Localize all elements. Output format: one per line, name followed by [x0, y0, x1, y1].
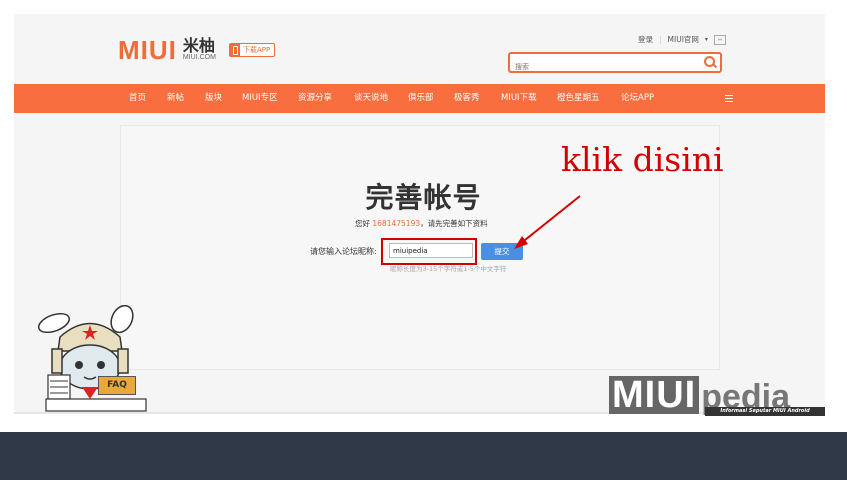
- page-title: 完善帐号: [365, 181, 482, 214]
- download-app-label: 下载APP: [243, 46, 271, 54]
- chevron-down-icon: ▾: [704, 36, 708, 43]
- welcome-text: 您好 1681475193，请先完善如下资料: [355, 218, 488, 229]
- watermark-miui: MIUI: [609, 376, 700, 414]
- main-nav: 首页 新帖 版块 MIUI专区 资源分享 谈天说地 俱乐部 极客秀 MIUI下载…: [14, 84, 825, 113]
- logo-domain-text: MIUI.COM: [182, 54, 216, 61]
- nav-item-resources[interactable]: 资源分享: [298, 84, 332, 113]
- welcome-prefix: 您好: [355, 219, 370, 228]
- nav-item-home[interactable]: 首页: [129, 84, 146, 113]
- nav-item-orange-friday[interactable]: 橙色星期五: [557, 84, 600, 113]
- mi-bunny-mascot: [37, 305, 147, 412]
- search-icon[interactable]: [704, 56, 715, 67]
- top-links: 登录 | MIUI官网 ▾ ⇔: [638, 34, 726, 45]
- link-separator: |: [659, 35, 662, 44]
- annotation-text: klik disini: [561, 140, 724, 179]
- download-app-button[interactable]: 下载APP: [229, 43, 276, 57]
- footer-bar: [0, 432, 847, 480]
- logo-cn-block: 米柚 MIUI.COM: [183, 38, 216, 62]
- faq-sign[interactable]: FAQ: [98, 376, 136, 395]
- nav-item-forum-app[interactable]: 论坛APP: [621, 84, 654, 113]
- site-logo[interactable]: MIUI 米柚 MIUI.COM: [118, 37, 216, 63]
- official-site-link[interactable]: MIUI官网: [668, 34, 699, 45]
- nav-item-chat[interactable]: 谈天说地: [354, 84, 388, 113]
- login-link[interactable]: 登录: [638, 34, 653, 45]
- search-box: [508, 52, 722, 75]
- user-id: 1681475193: [372, 219, 421, 228]
- watermark-tagline: Informasi Seputar MIUI Android: [705, 407, 825, 416]
- nav-item-miui-download[interactable]: MIUI下载: [501, 84, 537, 113]
- nickname-hint: 昵称长度为3-15个字符或1-5个中文字符: [390, 265, 507, 273]
- phone-icon: [230, 44, 240, 56]
- nav-item-miui-zone[interactable]: MIUI专区: [242, 84, 278, 113]
- nav-item-club[interactable]: 俱乐部: [408, 84, 434, 113]
- logo-miui-text: MIUI: [118, 35, 177, 65]
- submit-button[interactable]: 提交: [481, 243, 523, 260]
- expand-icon[interactable]: ⇔: [713, 34, 726, 45]
- menu-icon[interactable]: [725, 95, 733, 103]
- nav-item-geek-show[interactable]: 极客秀: [454, 84, 480, 113]
- logo-cn-text: 米柚: [182, 36, 215, 55]
- welcome-suffix: ，请先完善如下资料: [420, 219, 488, 228]
- search-input[interactable]: [510, 59, 695, 75]
- nickname-label: 请您输入论坛昵称:: [310, 247, 377, 256]
- annotation-highlight-box: [381, 238, 477, 265]
- nav-item-new-posts[interactable]: 新帖: [167, 84, 184, 113]
- nav-item-boards[interactable]: 版块: [205, 84, 222, 113]
